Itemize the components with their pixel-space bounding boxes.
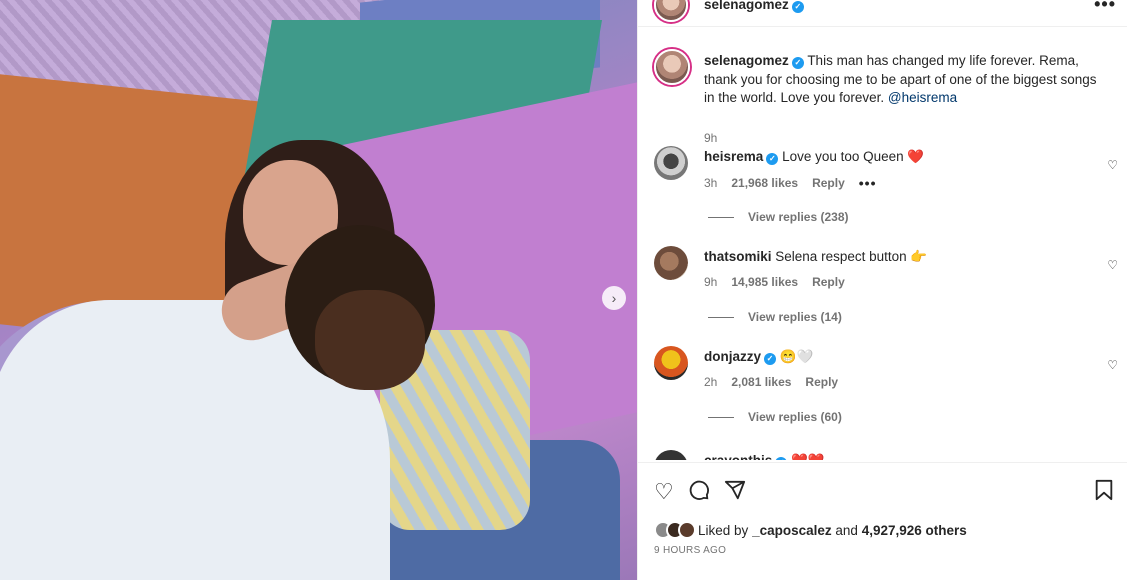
heart-outline-icon[interactable]: ♡ (1107, 158, 1118, 172)
avatar[interactable] (654, 49, 690, 85)
comment-text: Selena respect button (775, 249, 907, 264)
liker-avatars (654, 521, 696, 539)
comment-username[interactable]: crayonthis (704, 453, 772, 460)
comment-likes[interactable]: 2,081 likes (731, 375, 791, 389)
view-replies-button[interactable]: View replies (238) (708, 210, 849, 224)
post-timestamp: 9 HOURS AGO (654, 545, 727, 556)
comment-emoji: ❤️❤️ (791, 453, 825, 460)
comment-likes[interactable]: 14,985 likes (731, 275, 798, 289)
carousel-next-button[interactable]: › (602, 286, 626, 310)
view-replies-button[interactable]: View replies (14) (708, 310, 842, 324)
comment-time: 3h (704, 176, 718, 190)
speech-bubble-icon[interactable] (688, 479, 710, 507)
comment-more-icon[interactable]: ••• (859, 175, 877, 191)
comment-time: 9h (704, 275, 718, 289)
comment-emoji: ❤️ (907, 149, 925, 164)
heart-outline-icon[interactable]: ♡ (654, 479, 674, 507)
paper-plane-icon[interactable] (724, 479, 746, 507)
avatar[interactable] (654, 0, 688, 22)
comment-username[interactable]: thatsomiki (704, 249, 772, 264)
comment-emoji: 👉 (910, 249, 928, 264)
liked-by[interactable]: Liked by _caposcalez and 4,927,926 other… (654, 521, 967, 539)
verified-badge-icon: ✓ (764, 353, 777, 365)
verified-badge-icon: ✓ (791, 1, 804, 13)
comment-item: crayonthis✓ ❤️❤️ (638, 450, 1127, 460)
reply-button[interactable]: Reply (812, 275, 845, 289)
avatar (678, 521, 696, 539)
mention-link[interactable]: @heisrema (888, 90, 957, 105)
comment-likes[interactable]: 21,968 likes (731, 176, 798, 190)
reply-button[interactable]: Reply (805, 375, 838, 389)
reply-button[interactable]: Reply (812, 176, 845, 190)
heart-outline-icon[interactable]: ♡ (1107, 358, 1118, 372)
post-image[interactable]: › (0, 0, 637, 580)
post-header: selenagomez ✓ ••• (638, 0, 1127, 27)
view-replies-button[interactable]: View replies (60) (708, 410, 842, 424)
comment-item: donjazzy ✓ 😁🤍 2h 2,081 likes Reply View r… (638, 346, 1127, 446)
bookmark-icon[interactable] (1094, 479, 1114, 507)
comment-item: thatsomiki Selena respect button 👉 9h 14… (638, 246, 1127, 346)
comment-username[interactable]: donjazzy (704, 349, 761, 364)
avatar[interactable] (654, 246, 688, 280)
verified-badge-icon: ✓ (766, 153, 779, 165)
comment-emoji: 😁🤍 (779, 349, 814, 364)
comment-time: 2h (704, 375, 718, 389)
comment-item: heisrema ✓ Love you too Queen ❤️ 3h 21,96… (638, 146, 1127, 246)
heart-outline-icon[interactable]: ♡ (1107, 258, 1118, 272)
comment-username[interactable]: heisrema (704, 149, 763, 164)
post-panel: selenagomez ✓ ••• selenagomez ✓ This man h… (637, 0, 1127, 580)
avatar[interactable] (654, 450, 688, 460)
comments-list[interactable]: selenagomez ✓ This man has changed my lif… (638, 28, 1127, 460)
avatar[interactable] (654, 346, 688, 380)
caption-username[interactable]: selenagomez (704, 53, 789, 68)
verified-badge-icon: ✓ (775, 457, 788, 460)
post-author-username[interactable]: selenagomez ✓ (704, 0, 804, 13)
divider (708, 416, 734, 418)
post-footer: ♡ Liked by _caposcalez and 4,927,926 oth… (638, 462, 1127, 580)
chevron-right-icon: › (611, 290, 617, 306)
likes-count[interactable]: 4,927,926 others (862, 523, 967, 538)
divider (708, 216, 734, 218)
verified-badge-icon: ✓ (791, 57, 804, 69)
liked-by-username[interactable]: _caposcalez (752, 523, 832, 538)
caption-time: 9h (704, 131, 718, 145)
photo-figure (315, 290, 425, 390)
avatar[interactable] (654, 146, 688, 180)
divider (708, 316, 734, 318)
more-options-icon[interactable]: ••• (1094, 0, 1116, 15)
comment-text: Love you too Queen (782, 149, 904, 164)
